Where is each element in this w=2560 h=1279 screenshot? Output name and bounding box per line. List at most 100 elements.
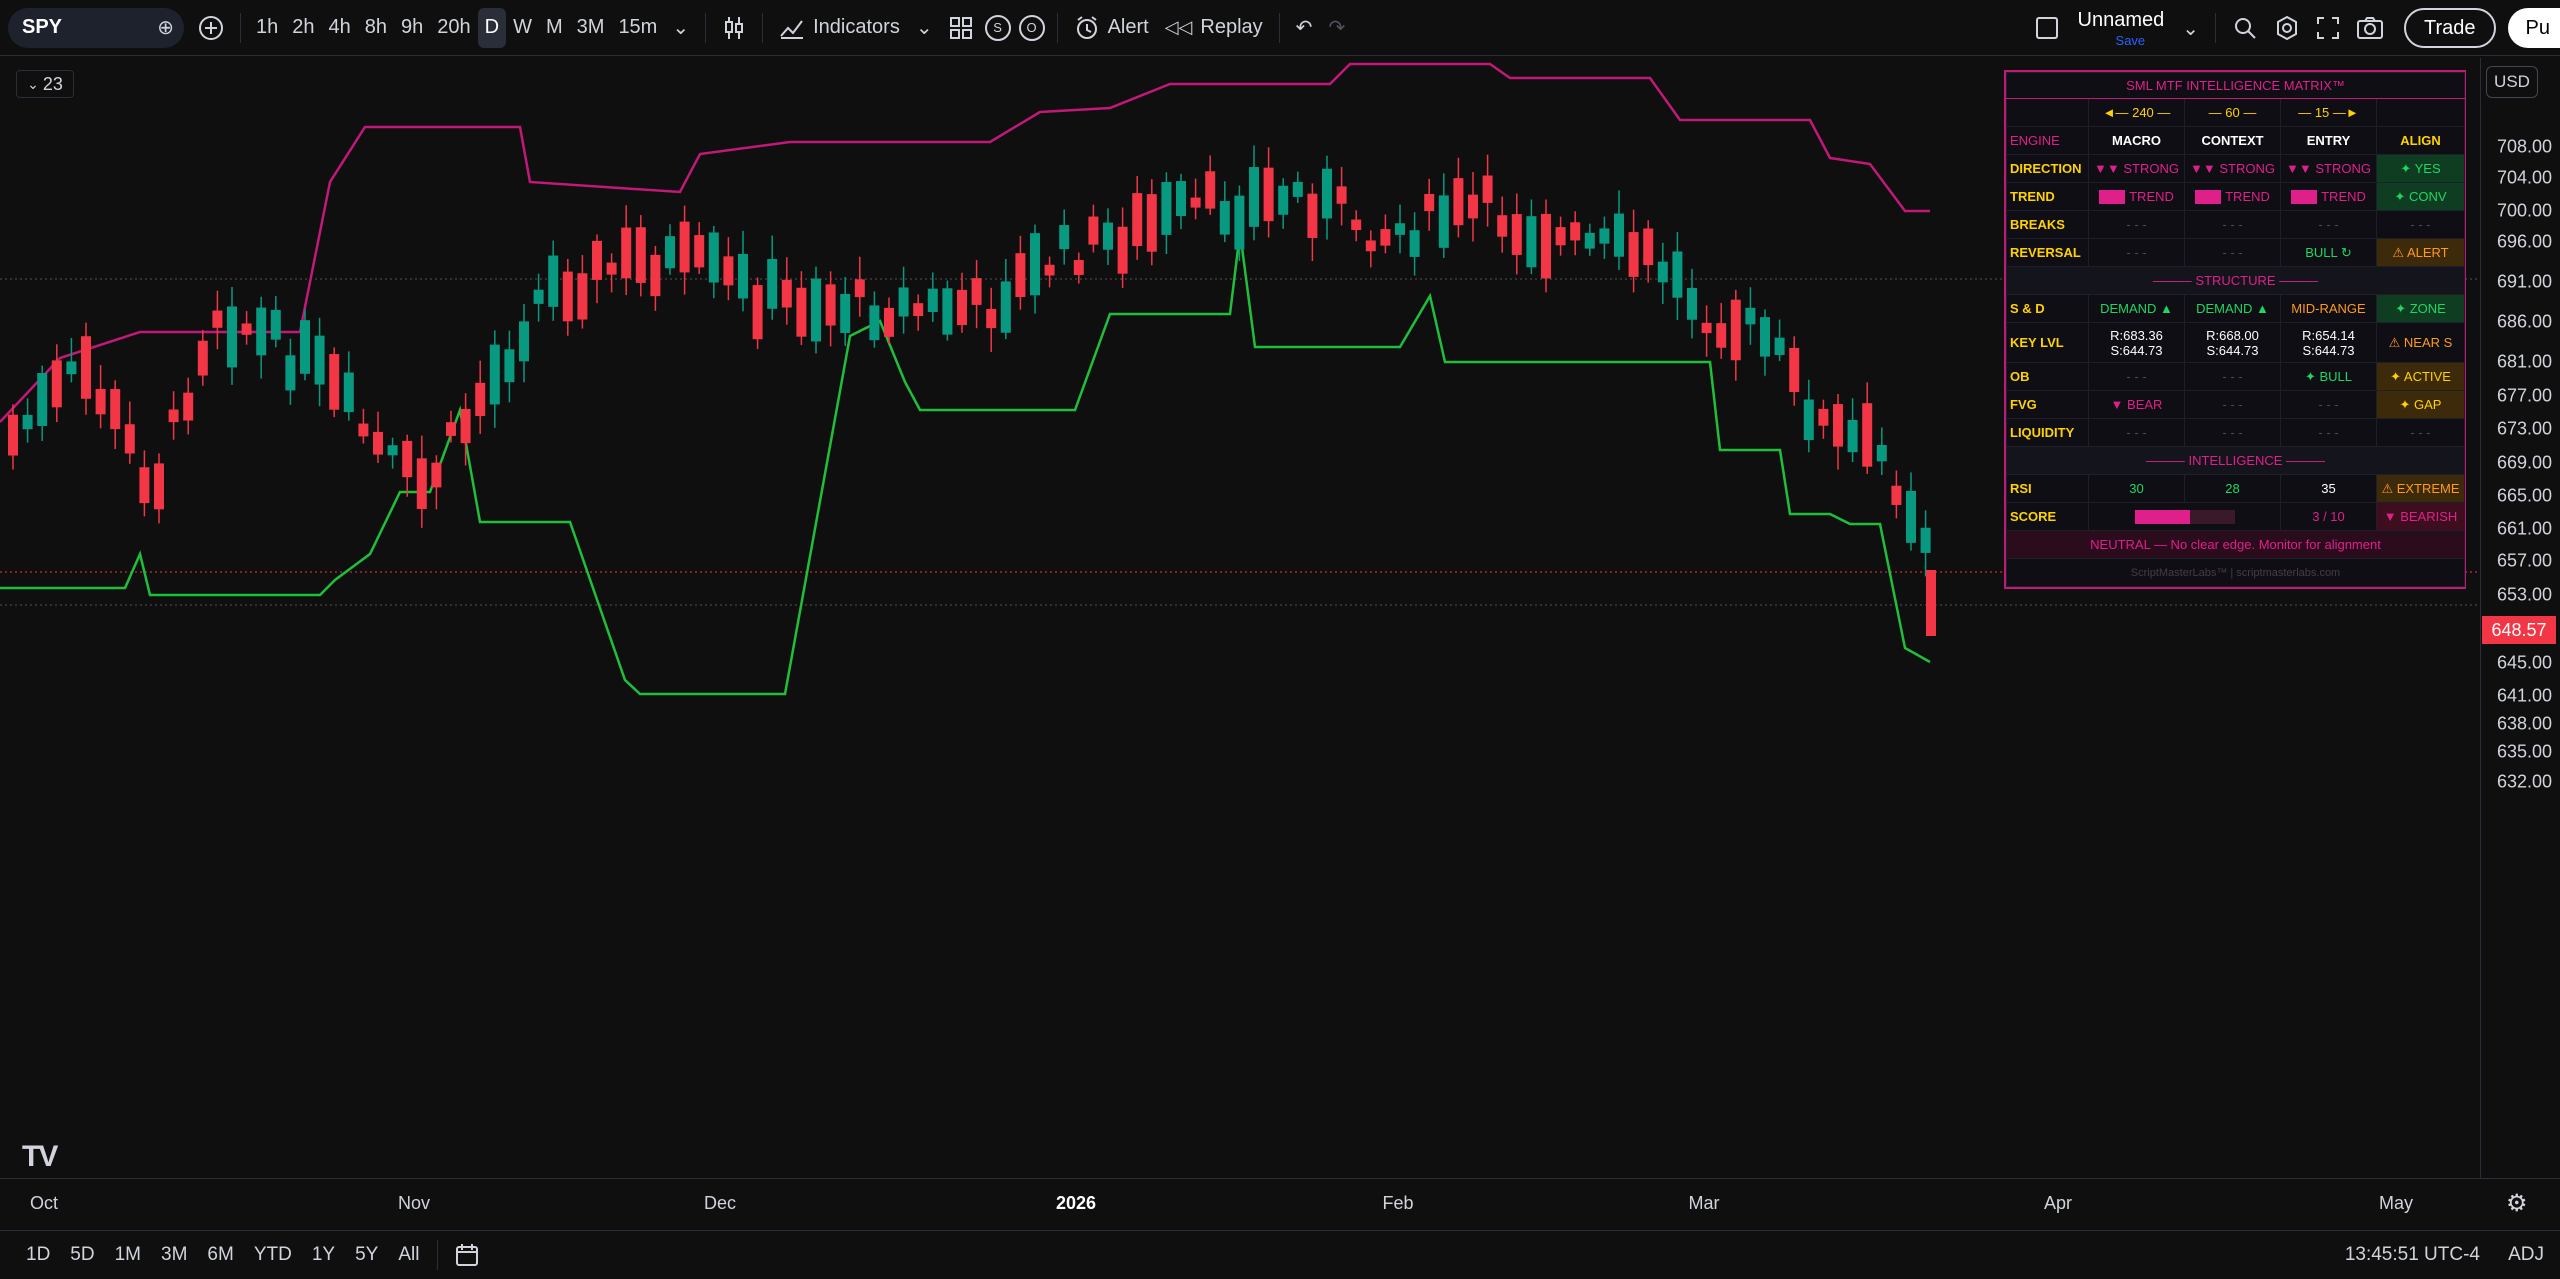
layout-name-button[interactable]: Unnamed Save bbox=[2078, 10, 2165, 47]
price-tick: 632.00 bbox=[2496, 771, 2552, 792]
order-block-row: OB - - - - - - ✦ BULL ✦ ACTIVE bbox=[2006, 362, 2465, 391]
time-tick: Feb bbox=[1382, 1193, 1414, 1213]
timeframe-20h[interactable]: 20h bbox=[430, 8, 477, 48]
add-symbol-icon[interactable] bbox=[190, 8, 232, 48]
fullscreen-icon[interactable] bbox=[2308, 8, 2348, 48]
support-level: S:644.73 bbox=[2302, 342, 2355, 358]
candle-body bbox=[1000, 281, 1011, 333]
price-tick: 669.00 bbox=[2496, 452, 2552, 473]
axis-settings-gear-icon[interactable]: ⚙ bbox=[2506, 1189, 2528, 1218]
date-range-list: 1D 5D 1M 3M 6M YTD 1Y 5Y All bbox=[16, 1244, 429, 1266]
resistance-level: R:668.00 bbox=[2206, 327, 2259, 343]
align-cell: ✦ GAP bbox=[2376, 390, 2465, 419]
time-axis[interactable]: ⚙ Oct Nov Dec 2026 Feb Mar Apr May bbox=[0, 1178, 2560, 1228]
candle-body bbox=[1176, 181, 1186, 216]
candle-body bbox=[752, 285, 763, 340]
candle-body bbox=[168, 409, 179, 423]
candle-body bbox=[1876, 445, 1887, 462]
candle-type-icon[interactable] bbox=[714, 8, 754, 48]
alert-button[interactable]: Alert bbox=[1066, 8, 1157, 48]
compare-symbol-icon[interactable]: ⊕ bbox=[157, 15, 174, 40]
trade-button[interactable]: Trade bbox=[2404, 8, 2496, 48]
candle-body bbox=[446, 422, 456, 436]
candle-body bbox=[212, 310, 223, 328]
timeframe-8h[interactable]: 8h bbox=[358, 8, 394, 48]
range-5d[interactable]: 5D bbox=[60, 1244, 104, 1266]
cell: ✦ BULL bbox=[2280, 362, 2377, 391]
camera-icon[interactable] bbox=[2348, 8, 2392, 48]
candle-body bbox=[519, 321, 529, 362]
undo-icon[interactable]: ↶ bbox=[1288, 8, 1321, 48]
row-label: SCORE bbox=[2006, 502, 2089, 531]
layout-dropdown-icon[interactable]: ⌄ bbox=[2174, 8, 2207, 48]
symbol-search[interactable]: SPY ⊕ bbox=[8, 7, 184, 48]
price-tick: 691.00 bbox=[2496, 271, 2552, 292]
candle-body bbox=[679, 221, 690, 273]
bottom-toolbar: 1D 5D 1M 3M 6M YTD 1Y 5Y All 13:45:51 UTC-4 ADJ bbox=[0, 1230, 2560, 1279]
price-tick: 657.00 bbox=[2496, 550, 2552, 571]
score-bar-cell bbox=[2088, 502, 2281, 531]
range-1y[interactable]: 1Y bbox=[302, 1244, 345, 1266]
tradingview-logo[interactable]: TV bbox=[22, 1140, 58, 1174]
divider bbox=[705, 12, 707, 43]
price-tick: 665.00 bbox=[2496, 485, 2552, 506]
candle-body bbox=[124, 424, 135, 454]
strategy-badge-o[interactable]: O bbox=[1018, 14, 1045, 41]
candle-body bbox=[884, 307, 894, 337]
adjust-button[interactable]: ADJ bbox=[2508, 1244, 2544, 1266]
timeframe-3M[interactable]: 3M bbox=[570, 8, 612, 48]
collapse-indicators-button[interactable]: ⌄ 23 bbox=[16, 70, 74, 98]
timeframe-M[interactable]: M bbox=[539, 8, 570, 48]
candle-body bbox=[1030, 233, 1040, 296]
range-1d[interactable]: 1D bbox=[16, 1244, 60, 1266]
quick-search-icon[interactable] bbox=[2224, 8, 2266, 48]
publish-button[interactable]: Pu bbox=[2507, 8, 2560, 48]
calendar-icon[interactable] bbox=[446, 1235, 488, 1275]
timeframe-W[interactable]: W bbox=[506, 8, 539, 48]
candle-body bbox=[227, 306, 237, 368]
indicators-dropdown-icon[interactable]: ⌄ bbox=[908, 8, 941, 48]
range-1m[interactable]: 1M bbox=[105, 1244, 151, 1266]
candle-body bbox=[1657, 261, 1668, 283]
timeframe-15m[interactable]: 15m bbox=[611, 8, 664, 48]
candle-body bbox=[1745, 307, 1756, 325]
redo-icon[interactable]: ↷ bbox=[1320, 8, 1353, 48]
range-5y[interactable]: 5Y bbox=[345, 1244, 388, 1266]
liquidity-row: LIQUIDITY - - - - - - - - - - - - bbox=[2006, 418, 2465, 447]
replay-button[interactable]: ◁◁ Replay bbox=[1157, 8, 1271, 48]
replay-label: Replay bbox=[1200, 16, 1263, 38]
candle-body bbox=[1730, 299, 1741, 361]
range-6m[interactable]: 6M bbox=[197, 1244, 243, 1266]
candle-body bbox=[1205, 171, 1216, 209]
range-3m[interactable]: 3M bbox=[151, 1244, 197, 1266]
range-all[interactable]: All bbox=[388, 1244, 429, 1266]
timeframe-1h[interactable]: 1h bbox=[249, 8, 285, 48]
range-ytd[interactable]: YTD bbox=[244, 1244, 302, 1266]
time-tick: Mar bbox=[1688, 1193, 1720, 1213]
trend-bar bbox=[2099, 190, 2126, 205]
settings-gear-icon[interactable] bbox=[2266, 8, 2308, 48]
price-tick: 673.00 bbox=[2496, 418, 2552, 439]
layout-select-icon[interactable] bbox=[2026, 8, 2068, 48]
candle-body bbox=[1015, 253, 1026, 298]
candle-body bbox=[767, 258, 778, 309]
last-price-label: 648.57 bbox=[2482, 616, 2556, 644]
candle-body bbox=[460, 408, 471, 444]
clock[interactable]: 13:45:51 UTC-4 bbox=[2345, 1244, 2480, 1266]
cell: R:668.00 S:644.73 bbox=[2184, 322, 2281, 363]
timeframe-2h[interactable]: 2h bbox=[285, 8, 321, 48]
align-cell: - - - bbox=[2376, 418, 2465, 447]
layout-grid-icon[interactable] bbox=[941, 8, 981, 48]
currency-button[interactable]: USD bbox=[2486, 66, 2538, 98]
strategy-badge-s[interactable]: S bbox=[984, 14, 1011, 41]
price-tick: 645.00 bbox=[2496, 652, 2552, 673]
cell: - - - bbox=[2184, 210, 2281, 239]
timeframe-dropdown-chevron-icon[interactable]: ⌄ bbox=[664, 8, 697, 48]
cell: ▼ BEAR bbox=[2088, 390, 2185, 419]
cell-text: TREND bbox=[2225, 188, 2270, 204]
timeframe-4h[interactable]: 4h bbox=[322, 8, 358, 48]
save-status[interactable]: Save bbox=[2116, 34, 2146, 47]
timeframe-9h[interactable]: 9h bbox=[394, 8, 430, 48]
indicators-button[interactable]: Indicators bbox=[771, 8, 908, 48]
timeframe-D[interactable]: D bbox=[477, 7, 507, 48]
